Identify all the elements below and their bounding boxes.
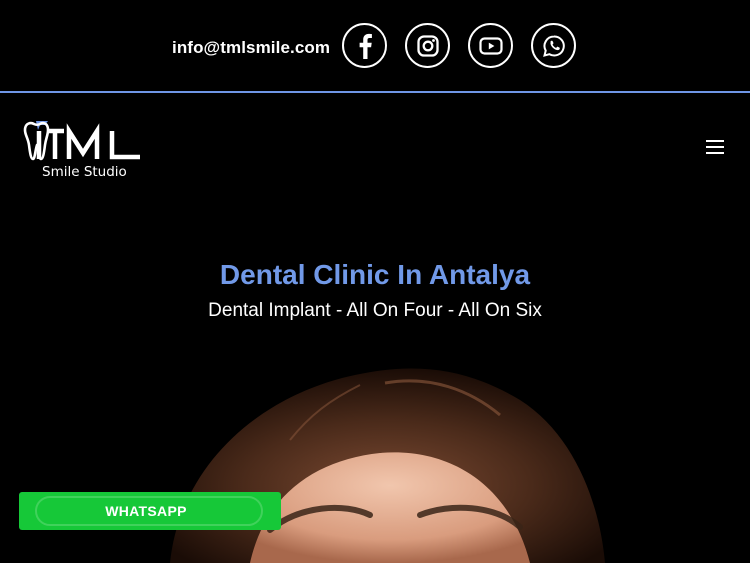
hamburger-icon bbox=[706, 140, 724, 142]
whatsapp-floating-button[interactable]: WHATSAPP bbox=[19, 492, 281, 530]
whatsapp-button-label: WHATSAPP bbox=[105, 503, 187, 519]
facebook-button[interactable] bbox=[342, 23, 387, 68]
facebook-icon bbox=[359, 33, 372, 59]
hero-subtitle: Dental Implant - All On Four - All On Si… bbox=[208, 300, 542, 321]
hero-title: Dental Clinic In Antalya bbox=[219, 259, 531, 290]
whatsapp-button[interactable] bbox=[531, 23, 576, 68]
top-bar: info@tmlsmile.com bbox=[0, 0, 750, 93]
logo-tagline: Smile Studio bbox=[42, 164, 127, 180]
instagram-icon bbox=[416, 34, 439, 57]
email-link[interactable]: info@tmlsmile.com bbox=[172, 38, 330, 58]
youtube-button[interactable] bbox=[468, 23, 513, 68]
logo[interactable]: Smile Studio bbox=[22, 117, 147, 182]
instagram-button[interactable] bbox=[405, 23, 450, 68]
youtube-icon bbox=[478, 36, 503, 55]
hero-portrait-image bbox=[170, 368, 605, 563]
hamburger-menu-button[interactable] bbox=[706, 140, 724, 154]
tooth-logo-icon: Smile Studio bbox=[23, 121, 140, 180]
whatsapp-icon bbox=[542, 34, 565, 57]
